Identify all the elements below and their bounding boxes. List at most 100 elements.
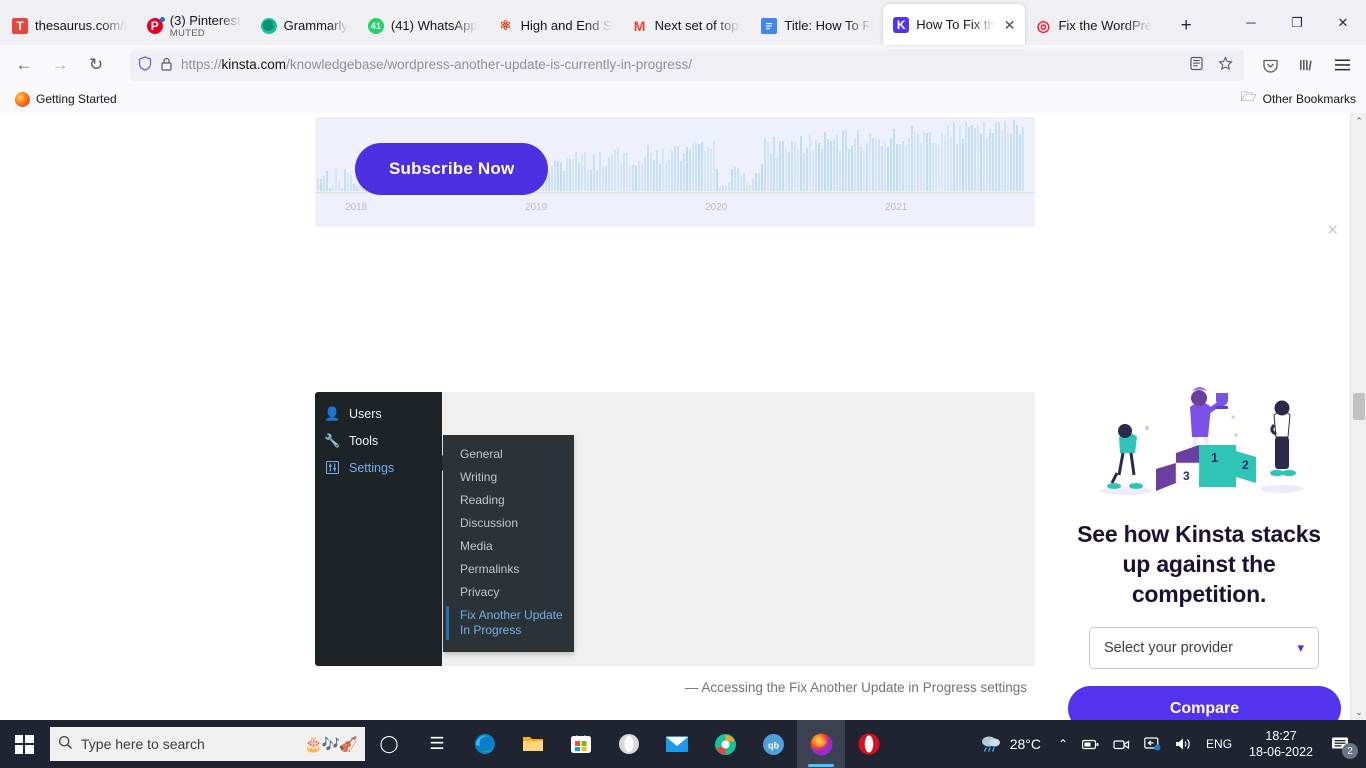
system-tray: 28°C ⌃ ENG 18:27 18-06-2022 2 (964, 720, 1366, 768)
tab-pinterest[interactable]: P (3) Pinterest MUTED (137, 7, 251, 44)
close-icon[interactable]: ✕ (1326, 223, 1339, 238)
tab-google-docs[interactable]: Title: How To Fi (751, 7, 883, 44)
high-end-icon: ⚛ (499, 17, 512, 33)
wp-menu-label: Settings (349, 460, 395, 475)
wp-menu-item-tools[interactable]: 🔧 Tools (315, 427, 442, 454)
maximize-button[interactable]: ❐ (1274, 0, 1320, 45)
tab-opera-fix-wordpress[interactable]: ◎ Fix the WordPre (1025, 7, 1162, 44)
library-icon[interactable] (1290, 49, 1322, 81)
show-hidden-icons-button[interactable]: ⌃ (1051, 720, 1075, 768)
opera-gx-icon[interactable] (605, 720, 653, 768)
url-path: /knowledgebase/wordpress-another-update-… (286, 57, 693, 72)
tab-label: (41) WhatsApp (390, 18, 478, 33)
language-indicator[interactable]: ENG (1199, 720, 1239, 768)
quickbooks-icon[interactable]: qb (749, 720, 797, 768)
compare-button[interactable]: Compare (1068, 686, 1341, 720)
new-tab-button[interactable]: + (1170, 10, 1202, 42)
search-emoji-icons: 🎂🎶🎻 (303, 736, 358, 753)
year-label: 2019 (525, 202, 548, 213)
vertical-scrollbar[interactable]: ⌃ ⌄ (1350, 113, 1366, 720)
tab-grammarly[interactable]: Grammarly (251, 7, 358, 44)
opera-icon: ◎ (1036, 17, 1051, 35)
url-domain: kinsta.com (221, 57, 287, 72)
user-icon: 👤 (324, 405, 341, 421)
file-explorer-icon[interactable] (509, 720, 557, 768)
firefox-icon[interactable] (797, 720, 845, 768)
kinsta-ad-panel: ✕ 1 2 3 See how Kinsta stacks up against… (1051, 210, 1347, 720)
battery-icon[interactable] (1075, 720, 1106, 768)
ad-headline: See how Kinsta stacks up against the com… (1077, 521, 1321, 607)
microsoft-edge-icon[interactable] (461, 720, 509, 768)
rain-cloud-icon (980, 734, 1002, 755)
volume-icon[interactable] (1168, 720, 1199, 768)
svg-text:3: 3 (1183, 469, 1190, 483)
wp-submenu-item-privacy[interactable]: Privacy (443, 581, 574, 604)
opera-icon[interactable] (845, 720, 893, 768)
bookmarks-toolbar: Getting Started 🗁 Other Bookmarks (0, 85, 1366, 113)
notification-icon[interactable]: 2 (1323, 720, 1362, 768)
wp-submenu-item-writing[interactable]: Writing (443, 466, 574, 489)
cortana-icon[interactable]: ◯ (365, 720, 413, 768)
grammarly-icon[interactable] (701, 720, 749, 768)
page-viewport: 2018 2019 2020 2021 Subscribe Now 👤 User… (0, 113, 1366, 720)
close-icon[interactable]: ✕ (1004, 18, 1016, 32)
chart-year-labels: 2018 2019 2020 2021 (315, 202, 1035, 213)
weather-widget[interactable]: 28°C (964, 734, 1051, 755)
clock[interactable]: 18:27 18-06-2022 (1239, 728, 1323, 760)
year-label: 2018 (345, 202, 368, 213)
subscribe-now-button[interactable]: Subscribe Now (355, 143, 549, 195)
star-icon[interactable] (1215, 56, 1236, 74)
display-icon[interactable] (1137, 720, 1168, 768)
tab-whatsapp[interactable]: 41 (41) WhatsApp (358, 7, 488, 44)
scroll-up-arrow[interactable]: ⌃ (1351, 113, 1366, 129)
wp-submenu-item-reading[interactable]: Reading (443, 489, 574, 512)
other-bookmarks-button[interactable]: 🗁 Other Bookmarks (1241, 88, 1357, 110)
wp-menu-label: Users (349, 406, 382, 421)
chevron-down-icon: ▾ (1297, 640, 1304, 655)
tab-gmail[interactable]: M Next set of topi (622, 7, 752, 44)
tab-high-and-end[interactable]: ⚛ High and End S (488, 7, 622, 44)
navigation-toolbar: ← → ↻ https://kinsta.com/knowledgebase/w… (0, 45, 1366, 85)
reader-view-icon[interactable] (1187, 56, 1206, 74)
back-button[interactable]: ← (8, 49, 40, 81)
scrollbar-thumb[interactable] (1353, 393, 1365, 420)
task-view-icon[interactable]: ☰ (413, 720, 461, 768)
url-text[interactable]: https://kinsta.com/knowledgebase/wordpre… (181, 57, 1178, 73)
settings-sliders-icon (325, 460, 340, 475)
wp-submenu-item-media[interactable]: Media (443, 535, 574, 558)
wordpress-admin-screenshot: 👤 Users 🔧 Tools Settings General Writing (315, 392, 1035, 666)
year-label: 2021 (885, 202, 908, 213)
hamburger-menu-icon[interactable] (1326, 49, 1358, 81)
close-window-button[interactable]: ✕ (1320, 0, 1366, 45)
wp-submenu-item-permalinks[interactable]: Permalinks (443, 558, 574, 581)
wp-submenu-item-general[interactable]: General (443, 443, 574, 466)
folder-icon: 🗁 (1240, 89, 1257, 104)
google-docs-icon (761, 17, 778, 34)
lock-icon[interactable] (161, 57, 172, 74)
provider-select[interactable]: Select your provider ▾ (1089, 627, 1319, 669)
tab-strip: T thesaurus.com/l P (3) Pinterest MUTED … (0, 0, 1366, 45)
wp-menu-item-settings[interactable]: Settings (315, 454, 442, 481)
wp-admin-sidebar: 👤 Users 🔧 Tools Settings (315, 392, 442, 666)
tab-muted-label: MUTED (169, 27, 206, 39)
taskbar-search-input[interactable]: Type here to search 🎂🎶🎻 (50, 727, 365, 761)
wp-submenu-item-discussion[interactable]: Discussion (443, 512, 574, 535)
mail-icon[interactable] (653, 720, 701, 768)
shield-icon[interactable] (138, 56, 152, 74)
forward-button[interactable]: → (44, 49, 76, 81)
microsoft-store-icon[interactable] (557, 720, 605, 768)
reload-button[interactable]: ↻ (80, 49, 112, 81)
camera-icon[interactable] (1106, 720, 1137, 768)
windows-start-icon[interactable] (0, 720, 48, 768)
wp-submenu-item-fix-another-update-in-progress[interactable]: Fix Another Update In Progress (443, 604, 574, 642)
podium-winners-illustration: 1 2 3 (1100, 387, 1304, 495)
tab-label: How To Fix th (916, 17, 995, 32)
address-bar[interactable]: https://kinsta.com/knowledgebase/wordpre… (130, 49, 1244, 81)
minimize-button[interactable]: ─ (1228, 0, 1274, 45)
tab-thesaurus[interactable]: T thesaurus.com/l (2, 7, 137, 44)
pocket-icon[interactable] (1254, 49, 1286, 81)
scroll-down-arrow[interactable]: ⌄ (1351, 704, 1366, 720)
wp-menu-item-users[interactable]: 👤 Users (315, 400, 442, 427)
bookmark-getting-started[interactable]: Getting Started (10, 90, 122, 109)
tab-kinsta-active[interactable]: K How To Fix th ✕ (883, 4, 1026, 45)
